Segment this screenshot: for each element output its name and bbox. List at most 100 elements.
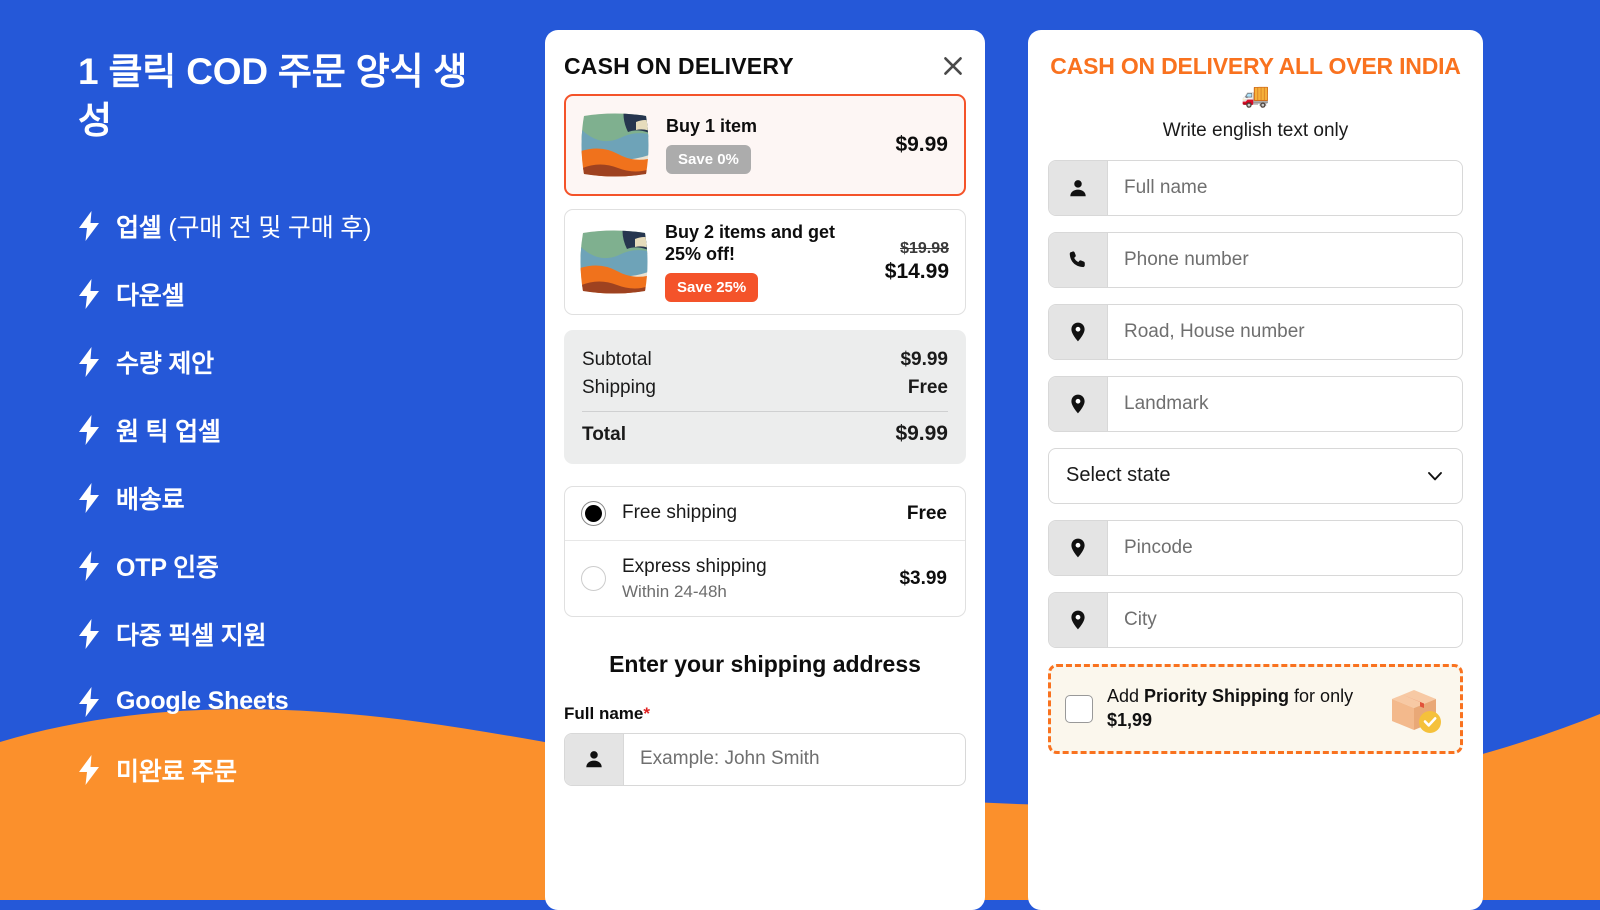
product-thumbnail — [578, 108, 652, 182]
priority-text-pre: Add — [1107, 685, 1145, 706]
shipping-option-info: Free shipping — [622, 501, 891, 526]
offer-pricing: $19.98 $14.99 — [885, 239, 949, 286]
page-title: 1 클릭 COD 주문 양식 생성 — [78, 51, 468, 141]
summary-row-shipping: Shipping Free — [582, 374, 948, 402]
cod-form-panel: CASH ON DELIVERY ALL OVER INDIA 🚚 Write … — [1028, 30, 1483, 910]
cod-fields: Select state — [1048, 159, 1463, 648]
bolt-icon — [78, 346, 100, 377]
bolt-icon — [78, 210, 100, 241]
full-name-input[interactable] — [1108, 160, 1462, 215]
feature-label: OTP 인증 — [116, 553, 219, 582]
feature-label: 미완료 주문 — [116, 757, 237, 786]
offer-card[interactable]: Buy 2 items and get 25% off! Save 25% $19.… — [564, 209, 966, 316]
shipping-option-info: Express shipping Within 24-48h — [622, 555, 883, 602]
input-row[interactable] — [1048, 159, 1463, 216]
cod-subtitle: Write english text only — [1162, 119, 1349, 141]
state-select-value: Select state — [1066, 464, 1171, 486]
phone-icon — [1049, 232, 1108, 287]
offer-name: Buy 2 items and get 25% off! — [665, 222, 836, 264]
input-row[interactable] — [1048, 591, 1463, 648]
bolt-icon — [78, 686, 100, 717]
cart-panel: CASH ON DELIVERY Buy 1 item Save 0% $9.99 … — [545, 30, 985, 910]
cod-field: Select state — [1048, 447, 1463, 504]
summary-row-total: Total $9.99 — [582, 412, 948, 449]
subtotal-label: Subtotal — [582, 349, 652, 371]
subtotal-value: $9.99 — [900, 349, 948, 371]
pincode-input[interactable] — [1108, 520, 1462, 575]
cod-field — [1048, 375, 1463, 432]
feature-item: 다중 픽셀 지원 — [78, 600, 545, 668]
offer-price: $9.99 — [895, 132, 948, 156]
cod-title: CASH ON DELIVERY ALL OVER INDIA 🚚 — [1050, 53, 1461, 108]
feature-item: 배송료 — [78, 464, 545, 532]
fullname-label-text: Full name — [564, 703, 644, 723]
feature-label: Google Sheets — [116, 687, 289, 716]
product-thumbnail — [577, 225, 651, 299]
required-mark: * — [643, 703, 650, 723]
feature-item: 원 틱 업셀 — [78, 396, 545, 464]
save-badge: Save 0% — [666, 145, 751, 175]
shipping-option[interactable]: Express shipping Within 24-48h $3.99 — [565, 540, 965, 616]
feature-list: 업셀 (구매 전 및 구매 후) 다운셀수량 제안원 틱 업셀배송료 OTP 인증다… — [78, 192, 545, 804]
shipping-option[interactable]: Free shipping Free — [565, 487, 965, 540]
feature-item: 미완료 주문 — [78, 736, 545, 804]
cart-header: CASH ON DELIVERY — [564, 30, 966, 94]
total-value: $9.99 — [895, 422, 948, 446]
offers-list: Buy 1 item Save 0% $9.99 Buy 2 items and g… — [564, 94, 966, 316]
offer-name: Buy 1 item — [666, 115, 758, 136]
input-row[interactable] — [1048, 303, 1463, 360]
chevron-down-icon — [1425, 466, 1445, 486]
compare-price: $19.98 — [900, 239, 949, 257]
road-house-number-input[interactable] — [1108, 304, 1462, 359]
save-badge: Save 25% — [665, 273, 759, 303]
priority-text-mid: for only — [1289, 685, 1354, 706]
offer-info: Buy 1 item Save 0% — [666, 116, 881, 175]
bolt-icon — [78, 754, 100, 785]
shipping-value: Free — [907, 377, 948, 399]
promo-column: 1 클릭 COD 주문 양식 생성 업셀 (구매 전 및 구매 후) 다운셀수량 … — [0, 0, 545, 900]
shipping-methods: Free shipping Free Express shipping Within … — [564, 486, 966, 617]
cod-field — [1048, 519, 1463, 576]
shipping-option-name: Express shipping — [622, 556, 767, 578]
bolt-icon — [78, 414, 100, 445]
shipping-radio[interactable] — [581, 566, 606, 592]
input-row[interactable] — [1048, 519, 1463, 576]
fullname-input[interactable] — [624, 733, 965, 785]
offer-price: $14.99 — [884, 260, 949, 284]
phone-number-input[interactable] — [1108, 232, 1462, 287]
feature-item: Google Sheets — [78, 668, 545, 736]
landmark-input[interactable] — [1108, 376, 1462, 431]
input-row[interactable] — [1048, 375, 1463, 432]
order-summary: Subtotal $9.99 Shipping Free Total $9.99 — [564, 330, 966, 465]
location-pin-icon — [1049, 592, 1108, 647]
feature-label: 수량 제안 — [116, 349, 214, 378]
priority-text-bold2: $1,99 — [1107, 709, 1153, 730]
input-row[interactable] — [1048, 231, 1463, 288]
feature-label: 다중 픽셀 지원 — [116, 621, 267, 650]
shipping-option-name: Free shipping — [622, 502, 738, 524]
feature-item: 수량 제안 — [78, 328, 545, 396]
close-icon[interactable] — [940, 53, 966, 79]
total-label: Total — [582, 424, 626, 446]
fullname-input-row[interactable] — [564, 732, 966, 786]
offer-info: Buy 2 items and get 25% off! Save 25% — [665, 222, 871, 303]
summary-row-subtotal: Subtotal $9.99 — [582, 346, 948, 374]
shipping-radio[interactable] — [581, 501, 606, 527]
location-pin-icon — [1049, 520, 1108, 575]
location-pin-icon — [1049, 376, 1108, 431]
state-select[interactable]: Select state — [1048, 447, 1463, 504]
cod-field — [1048, 303, 1463, 360]
cod-field — [1048, 159, 1463, 216]
shipping-option-price: Free — [906, 502, 947, 524]
location-pin-icon — [1049, 304, 1108, 359]
feature-item: 다운셀 — [78, 260, 545, 328]
feature-label: 업셀 (구매 전 및 구매 후) — [116, 213, 372, 242]
bolt-icon — [78, 618, 100, 649]
shipping-option-price: $3.99 — [899, 567, 947, 589]
priority-shipping-label: Add Priority Shipping for only $1,99 — [1107, 685, 1370, 733]
priority-shipping-box[interactable]: Add Priority Shipping for only $1,99 — [1048, 663, 1463, 754]
offer-card[interactable]: Buy 1 item Save 0% $9.99 — [564, 94, 966, 196]
city-input[interactable] — [1108, 592, 1462, 647]
feature-label: 원 틱 업셀 — [116, 417, 221, 446]
priority-shipping-checkbox[interactable] — [1065, 694, 1093, 723]
